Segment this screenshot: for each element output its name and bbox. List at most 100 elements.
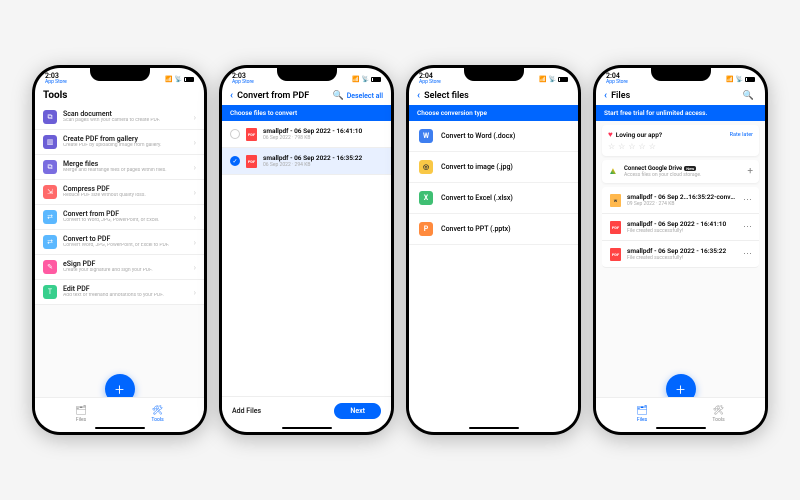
tools-icon: 🛠 [152, 406, 163, 416]
type-label: Convert to Excel (.xlsx) [441, 194, 513, 202]
battery-icon [558, 77, 568, 82]
tool-sub: Scan pages with your camera to create PD… [63, 118, 188, 124]
file-meta: 09 Sep 2022 · 274 KB [627, 201, 737, 207]
add-files-button[interactable]: Add Files [232, 407, 261, 415]
file-row[interactable]: PDF smallpdf - 06 Sep 2022 - 16:35:2206 … [222, 148, 391, 175]
phone-tools: 2:03 App Store Tools ⧉Scan documentScan … [32, 65, 207, 435]
chevron-right-icon: › [194, 238, 196, 247]
header-tools: Tools [35, 86, 204, 105]
star-icon[interactable]: ☆ [618, 142, 625, 151]
rating-stars: ☆☆☆☆☆ [608, 142, 753, 151]
status-back-label[interactable]: App Store [606, 80, 628, 85]
more-icon[interactable]: ⋯ [743, 195, 751, 205]
banner-choose-type: Choose conversion type [409, 105, 578, 121]
banner-free-trial[interactable]: Start free trial for unlimited access. [596, 105, 765, 121]
connect-google-drive[interactable]: Connect Google DriveNew Access files on … [602, 160, 759, 183]
status-back-label[interactable]: App Store [45, 80, 67, 85]
star-icon[interactable]: ☆ [649, 142, 656, 151]
phone-files: 2:04App Store ‹ Files 🔍 Start free trial… [593, 65, 768, 435]
radio-unchecked-icon[interactable] [230, 129, 240, 139]
plus-icon[interactable]: + [747, 166, 753, 177]
type-excel[interactable]: XConvert to Excel (.xlsx) [409, 183, 578, 214]
chevron-right-icon: › [194, 188, 196, 197]
tool-compress[interactable]: ⇲Compress PDFReduce PDF size without qua… [35, 180, 204, 205]
merge-icon: ⧉ [43, 160, 57, 174]
status-back-label[interactable]: App Store [232, 80, 254, 85]
ppt-icon: P [419, 222, 433, 236]
home-indicator[interactable] [282, 427, 332, 430]
file-row[interactable]: PDF smallpdf - 06 Sep 2022 - 16:35:22Fil… [602, 241, 759, 268]
tool-create-from-gallery[interactable]: ▥Create PDF from galleryCreate PDF by up… [35, 130, 204, 155]
tool-sub: Merge and rearrange files or pages withi… [63, 168, 188, 174]
google-drive-icon [608, 166, 619, 177]
notch [464, 68, 524, 81]
wifi-icon [362, 75, 369, 83]
convert-from-icon: ⇄ [43, 210, 57, 224]
rate-card: ♥Loving our app? Rate later ☆☆☆☆☆ [602, 125, 759, 156]
files-icon: 🗂 [75, 406, 86, 416]
search-icon[interactable]: 🔍 [743, 91, 754, 101]
tool-sub: Create PDF by uploading image from galle… [63, 143, 188, 149]
tool-esign[interactable]: ✎eSign PDFCreate your signature and sign… [35, 255, 204, 280]
more-icon[interactable]: ⋯ [743, 249, 751, 259]
tools-list: ⧉Scan documentScan pages with your camer… [35, 105, 204, 397]
nav-files[interactable]: 🗂Files [75, 406, 86, 423]
edit-icon: T [43, 285, 57, 299]
star-icon[interactable]: ☆ [608, 142, 615, 151]
file-meta: File created successfully! [627, 255, 737, 261]
page-title: Convert from PDF [233, 91, 332, 101]
type-word[interactable]: WConvert to Word (.docx) [409, 121, 578, 152]
deselect-all-button[interactable]: Deselect all [347, 92, 383, 100]
scan-icon: ⧉ [43, 110, 57, 124]
file-name: smallpdf - 06 Sep 2022 - 16:41:10 [263, 127, 383, 135]
pdf-icon: PDF [246, 128, 257, 141]
type-label: Convert to Word (.docx) [441, 132, 515, 140]
nav-label: Files [76, 417, 86, 423]
tool-convert-from-pdf[interactable]: ⇄Convert from PDFConvert to Word, JPG, P… [35, 205, 204, 230]
page-title: Tools [43, 90, 67, 101]
home-indicator[interactable] [656, 427, 706, 430]
status-back-label[interactable]: App Store [419, 80, 441, 85]
signal-icon [539, 75, 546, 83]
compress-icon: ⇲ [43, 185, 57, 199]
tool-scan-document[interactable]: ⧉Scan documentScan pages with your camer… [35, 105, 204, 130]
drive-sub: Access files on your cloud storage. [624, 172, 742, 178]
radio-checked-icon[interactable] [230, 156, 240, 166]
wifi-icon [736, 75, 743, 83]
nav-files[interactable]: 🗂Files [636, 406, 647, 423]
conversion-type-list: WConvert to Word (.docx) ◎Convert to ima… [409, 121, 578, 425]
tool-title: Create PDF from gallery [63, 135, 188, 143]
notch [651, 68, 711, 81]
tool-sub: Convert to Word, JPG, PowerPoint, or Exc… [63, 218, 188, 224]
home-indicator[interactable] [469, 427, 519, 430]
chevron-right-icon: › [194, 113, 196, 122]
search-icon[interactable]: 🔍 [333, 91, 344, 101]
rate-later-button[interactable]: Rate later [730, 132, 753, 138]
rate-title: Loving our app? [616, 131, 662, 139]
star-icon[interactable]: ☆ [628, 142, 635, 151]
tool-sub: Add text or freehand annotations to your… [63, 293, 188, 299]
file-row[interactable]: PDF smallpdf - 06 Sep 2022 - 16:41:10Fil… [602, 214, 759, 241]
next-button[interactable]: Next [334, 403, 381, 419]
nav-tools[interactable]: 🛠Tools [712, 406, 724, 423]
tool-convert-to-pdf[interactable]: ⇄Convert to PDFConvert Word, JPG, PowerP… [35, 230, 204, 255]
pdf-icon: PDF [610, 248, 621, 261]
more-icon[interactable]: ⋯ [743, 222, 751, 232]
file-name: smallpdf - 06 Sep 2022 - 16:35:22 [263, 154, 383, 162]
home-indicator[interactable] [95, 427, 145, 430]
nav-tools[interactable]: 🛠Tools [151, 406, 163, 423]
pdf-icon: PDF [610, 221, 621, 234]
notch [90, 68, 150, 81]
page-title: Files [607, 91, 743, 101]
tool-title: eSign PDF [63, 260, 188, 268]
tool-merge[interactable]: ⧉Merge filesMerge and rearrange files or… [35, 155, 204, 180]
type-ppt[interactable]: PConvert to PPT (.pptx) [409, 214, 578, 245]
tool-edit[interactable]: TEdit PDFAdd text or freehand annotation… [35, 280, 204, 305]
header-files: ‹ Files 🔍 [596, 86, 765, 105]
file-meta: File created successfully! [627, 228, 737, 234]
file-row[interactable]: W smallpdf - 06 Sep 2…16:35:22-converted… [602, 187, 759, 214]
docx-icon: W [610, 194, 621, 207]
type-image[interactable]: ◎Convert to image (.jpg) [409, 152, 578, 183]
file-row[interactable]: PDF smallpdf - 06 Sep 2022 - 16:41:1006 … [222, 121, 391, 148]
star-icon[interactable]: ☆ [639, 142, 646, 151]
